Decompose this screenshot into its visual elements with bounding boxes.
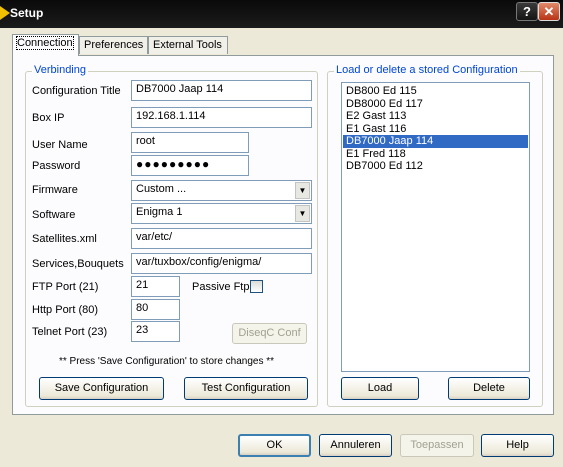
telnet-port-input[interactable]: 23 <box>131 321 180 342</box>
list-item[interactable]: DB7000 Ed 112 <box>343 160 528 173</box>
diseqc-conf-button[interactable]: DiseqC Conf <box>232 323 307 344</box>
password-input[interactable]: ●●●●●●●●● <box>131 155 249 176</box>
services-label: Services,Bouquets <box>32 258 124 270</box>
test-configuration-button[interactable]: Test Configuration <box>184 377 308 400</box>
list-item[interactable]: E2 Gast 113 <box>343 110 528 123</box>
load-button[interactable]: Load <box>341 377 419 400</box>
ok-button[interactable]: OK <box>238 434 311 457</box>
app-icon <box>0 6 10 20</box>
passive-ftp-label: Passive Ftp <box>192 281 250 293</box>
close-button[interactable]: ✕ <box>538 2 560 21</box>
save-hint-note: ** Press 'Save Configuration' to store c… <box>59 356 275 367</box>
services-input[interactable]: var/tuxbox/config/enigma/ <box>131 253 312 274</box>
chevron-down-icon[interactable]: ▼ <box>295 182 310 199</box>
save-configuration-button[interactable]: Save Configuration <box>39 377 164 400</box>
software-label: Software <box>32 209 76 221</box>
verbinding-legend: Verbinding <box>32 64 88 76</box>
tab-external-tools[interactable]: External Tools <box>148 36 228 54</box>
firmware-label: Firmware <box>32 184 78 196</box>
cancel-button[interactable]: Annuleren <box>319 434 392 457</box>
telnet-port-label: Telnet Port (23) <box>32 326 108 338</box>
box-ip-input[interactable]: 192.168.1.114 <box>131 107 312 128</box>
ftp-port-label: FTP Port (21) <box>32 281 99 293</box>
tab-connection[interactable]: Connection <box>12 34 79 56</box>
list-item[interactable]: DB8000 Ed 117 <box>343 98 528 111</box>
config-title-input[interactable]: DB7000 Jaap 114 <box>131 80 312 101</box>
chevron-down-icon[interactable]: ▼ <box>295 205 310 222</box>
help-title-button[interactable]: ? <box>516 2 538 21</box>
window-title: Setup <box>10 6 44 20</box>
tab-preferences[interactable]: Preferences <box>79 36 148 54</box>
http-port-label: Http Port (80) <box>32 304 99 316</box>
username-input[interactable]: root <box>131 132 249 153</box>
ftp-port-input[interactable]: 21 <box>131 276 180 297</box>
password-label: Password <box>32 160 81 172</box>
help-button[interactable]: Help <box>481 434 554 457</box>
http-port-input[interactable]: 80 <box>131 299 180 320</box>
firmware-select[interactable]: Custom ... ▼ <box>131 180 312 201</box>
satellites-label: Satellites.xml <box>32 233 97 245</box>
list-item-selected[interactable]: DB7000 Jaap 114 <box>343 135 528 148</box>
passive-ftp-checkbox[interactable] <box>250 280 263 293</box>
box-ip-label: Box IP <box>32 112 65 124</box>
delete-button[interactable]: Delete <box>448 377 530 400</box>
stored-config-legend: Load or delete a stored Configuration <box>334 64 520 76</box>
list-item[interactable]: E1 Gast 116 <box>343 123 528 136</box>
apply-button[interactable]: Toepassen <box>400 434 474 457</box>
software-value: Enigma 1 <box>136 206 183 218</box>
firmware-value: Custom ... <box>136 183 187 195</box>
setup-window: Setup ? ✕ Connection Preferences Externa… <box>0 0 563 467</box>
stored-config-list[interactable]: DB800 Ed 115 DB8000 Ed 117 E2 Gast 113 E… <box>341 82 530 372</box>
username-label: User Name <box>32 139 88 151</box>
software-select[interactable]: Enigma 1 ▼ <box>131 203 312 224</box>
list-item[interactable]: DB800 Ed 115 <box>343 85 528 98</box>
satellites-input[interactable]: var/etc/ <box>131 228 312 249</box>
list-item[interactable]: E1 Fred 118 <box>343 148 528 161</box>
title-bar: Setup ? ✕ <box>0 0 563 28</box>
config-title-label: Configuration Title <box>32 85 121 97</box>
